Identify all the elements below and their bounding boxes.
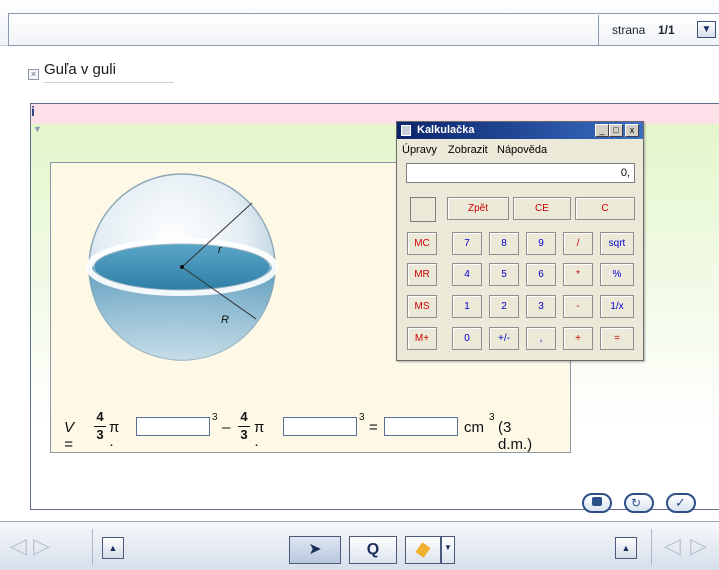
formula-equals: =	[369, 419, 378, 436]
check-button[interactable]: ✓	[666, 493, 696, 513]
key-5[interactable]: 5	[489, 263, 519, 286]
precision-note: (3 d.m.)	[498, 419, 533, 453]
toolbar-separator-right	[651, 529, 652, 565]
key-reciprocal[interactable]: 1/x	[600, 295, 634, 318]
reload-button[interactable]: ↻	[624, 493, 654, 513]
page-title: Guľa v guli	[44, 61, 116, 78]
key-6[interactable]: 6	[526, 263, 556, 286]
next-item-icon[interactable]: ▷	[690, 533, 707, 559]
calculator-window: Kalkulačka _ □ x Úpravy Zobrazit Nápověd…	[396, 121, 644, 361]
clear-button[interactable]: C	[575, 197, 635, 220]
prev-item-icon[interactable]: ◁	[664, 533, 681, 559]
title-underline	[44, 82, 174, 83]
mc-button[interactable]: MC	[407, 232, 437, 255]
check-icon: ✓	[675, 495, 686, 510]
chevron-down-icon: ▼	[444, 543, 452, 552]
close-icon: ×	[30, 69, 37, 79]
close-title-button[interactable]: ×	[28, 69, 39, 80]
top-separator	[598, 15, 599, 45]
next-page-icon[interactable]: ▷	[33, 533, 50, 559]
expand-triangle-icon[interactable]: ▼	[33, 124, 42, 134]
chevron-down-icon: ▼	[701, 24, 712, 35]
page-dropdown-button[interactable]: ▼	[697, 21, 716, 38]
exponent-1: 3	[212, 412, 218, 423]
fraction-numerator: 4	[96, 409, 104, 424]
key-multiply[interactable]: *	[563, 263, 593, 286]
formula-pi: π ·	[109, 419, 120, 453]
calculator-app-icon	[401, 125, 411, 136]
close-window-button[interactable]: x	[625, 124, 639, 137]
unit-exponent: 3	[489, 412, 495, 423]
key-8[interactable]: 8	[489, 232, 519, 255]
key-add[interactable]: +	[563, 327, 593, 350]
key-percent[interactable]: %	[600, 263, 634, 286]
fraction-denominator-2: 3	[240, 427, 248, 442]
zoom-tool-button[interactable]: Q	[349, 536, 397, 564]
zoom-icon: Q	[366, 541, 380, 558]
left-margin	[0, 46, 30, 521]
reload-icon: ↻	[631, 496, 642, 510]
minimize-button[interactable]: _	[595, 124, 609, 137]
memory-indicator	[410, 197, 436, 222]
mr-button[interactable]: MR	[407, 263, 437, 286]
calculator-title: Kalkulačka	[417, 124, 475, 136]
key-4[interactable]: 4	[452, 263, 482, 286]
key-9[interactable]: 9	[526, 232, 556, 255]
fraction-numerator-2: 4	[240, 409, 248, 424]
inner-radius-input[interactable]	[283, 417, 357, 436]
toolbar-separator	[92, 529, 93, 565]
key-sign[interactable]: +/-	[489, 327, 519, 350]
triangle-up-icon: ▲	[621, 543, 631, 553]
hint-icon	[592, 497, 602, 506]
key-1[interactable]: 1	[452, 295, 482, 318]
formula-minus: –	[222, 419, 231, 436]
backspace-button[interactable]: Zpět	[447, 197, 509, 220]
clear-entry-button[interactable]: CE	[513, 197, 571, 220]
key-decimal[interactable]: ,	[526, 327, 556, 350]
menu-view[interactable]: Zobrazit	[448, 144, 488, 156]
maximize-button[interactable]: □	[609, 124, 623, 137]
pointer-tool-button[interactable]: ➤	[289, 536, 341, 564]
key-2[interactable]: 2	[489, 295, 519, 318]
pencil-icon	[415, 542, 431, 558]
key-subtract[interactable]: -	[563, 295, 593, 318]
formula-pi-2: π ·	[254, 419, 265, 453]
key-0[interactable]: 0	[452, 327, 482, 350]
unit-label: cm	[464, 419, 484, 436]
m-plus-button[interactable]: M+	[407, 327, 437, 350]
pencil-options-dropdown[interactable]: ▼	[441, 536, 455, 564]
key-sqrt[interactable]: sqrt	[600, 232, 634, 255]
key-equals[interactable]: =	[600, 327, 634, 350]
outer-radius-input[interactable]	[136, 417, 210, 436]
page-number: 1/1	[658, 23, 675, 37]
info-button[interactable]: i	[31, 103, 35, 119]
pencil-tool-button[interactable]	[405, 536, 441, 564]
calculator-display: 0,	[406, 163, 635, 183]
pointer-icon: ➤	[308, 541, 322, 558]
radius-R-label: R	[221, 314, 229, 326]
collapse-right-button[interactable]: ▲	[615, 537, 637, 559]
exponent-2: 3	[359, 412, 365, 423]
key-3[interactable]: 3	[526, 295, 556, 318]
key-7[interactable]: 7	[452, 232, 482, 255]
triangle-up-icon: ▲	[108, 543, 118, 553]
formula-v: V =	[64, 419, 75, 453]
page-label: strana	[612, 23, 646, 37]
collapse-left-button[interactable]: ▲	[102, 537, 124, 559]
menu-edit[interactable]: Úpravy	[402, 144, 437, 156]
menu-help[interactable]: Nápověda	[497, 144, 547, 156]
key-divide[interactable]: /	[563, 232, 593, 255]
result-input[interactable]	[384, 417, 458, 436]
hint-button[interactable]	[582, 493, 612, 513]
prev-page-icon[interactable]: ◁	[10, 533, 27, 559]
ms-button[interactable]: MS	[407, 295, 437, 318]
fraction-denominator: 3	[96, 427, 104, 442]
